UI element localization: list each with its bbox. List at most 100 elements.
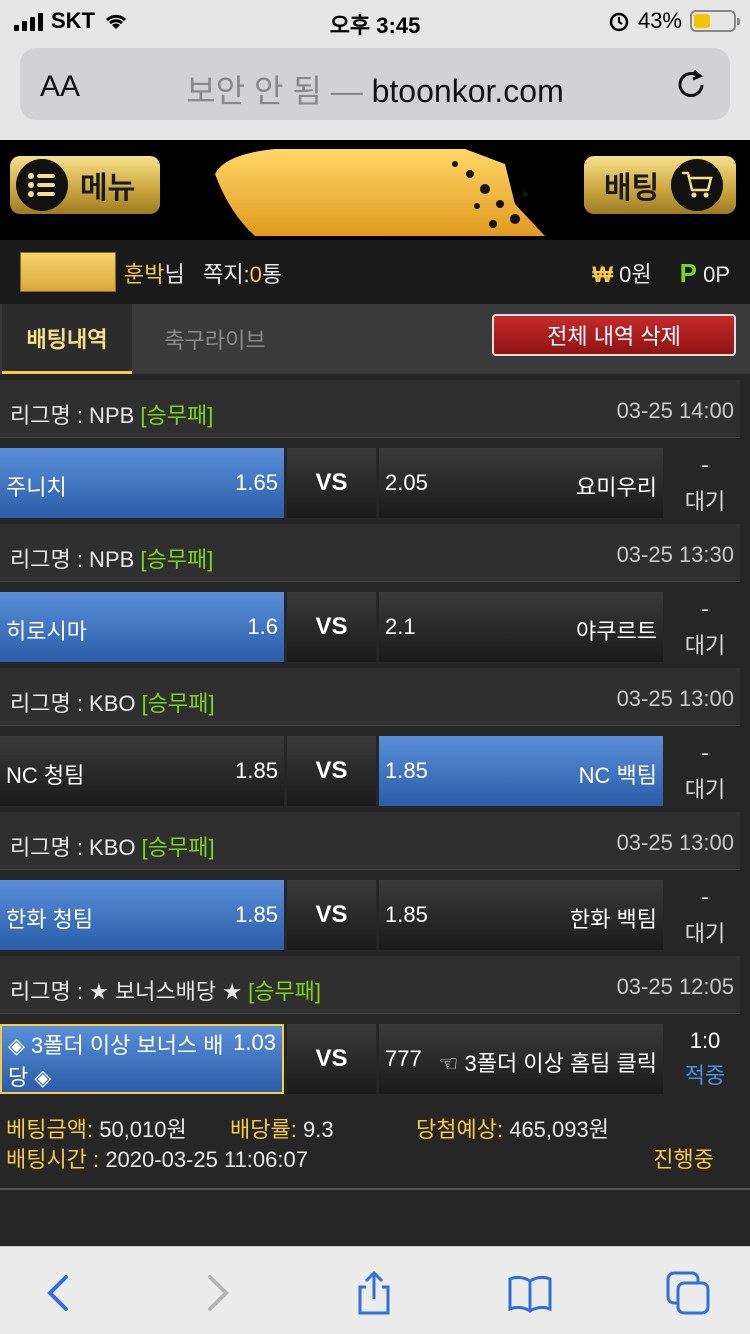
cart-icon bbox=[671, 159, 724, 211]
score: - bbox=[701, 884, 709, 909]
home-pick[interactable]: 히로시마 1.6 bbox=[0, 592, 284, 662]
score: - bbox=[701, 740, 709, 765]
vs-label: VS bbox=[287, 592, 376, 662]
balance-group: ₩ 0원 P 0P bbox=[592, 257, 730, 289]
point-amount: 0P bbox=[703, 261, 730, 287]
point-balance: P 0P bbox=[680, 258, 730, 289]
game-time: 03-25 13:30 bbox=[616, 542, 734, 567]
home-team: 히로시마 bbox=[6, 619, 87, 644]
list-icon bbox=[16, 159, 68, 211]
bet-type: [승무패] bbox=[140, 547, 214, 572]
bet-time-value: 2020-03-25 11:06:07 bbox=[105, 1147, 308, 1172]
vs-label: VS bbox=[287, 880, 376, 950]
home-team: NC 청팀 bbox=[6, 763, 85, 788]
messages-label: 쪽지: bbox=[203, 262, 250, 287]
home-odd: 1.03 bbox=[233, 1030, 276, 1055]
tabs-icon[interactable] bbox=[664, 1269, 712, 1317]
url-text[interactable]: 보안 안 됨 — btoonkor.com bbox=[20, 66, 730, 112]
user-level-badge bbox=[20, 252, 116, 292]
delete-all-button[interactable]: 전체 내역 삭제 bbox=[492, 314, 736, 356]
game-item: 리그명 : NPB [승무패] 03-25 13:30 히로시마 1.6 VS 2… bbox=[0, 524, 750, 668]
league-label: 리그명 : KBO bbox=[10, 691, 136, 716]
messages-count: 0 bbox=[249, 262, 262, 287]
league-name: 리그명 : ★ 보너스배당 ★ [승무패] bbox=[10, 974, 321, 1006]
away-odd: 1.85 bbox=[385, 758, 428, 783]
tab-bet-history[interactable]: 배팅내역 bbox=[2, 304, 132, 374]
bet-type: [승무패] bbox=[248, 979, 322, 1004]
game-time: 03-25 12:05 bbox=[616, 974, 734, 999]
won-icon: ₩ bbox=[592, 262, 613, 287]
game-time: 03-25 13:00 bbox=[616, 830, 734, 855]
odds-rate-label: 배당률: bbox=[230, 1117, 297, 1142]
away-pick[interactable]: 777 ☜ 3폴더 이상 홈팀 클릭 bbox=[379, 1024, 663, 1094]
bet-amount-label: 베팅금액: bbox=[6, 1117, 94, 1142]
vs-label: VS bbox=[287, 448, 376, 518]
match-row: ◈ 3폴더 이상 보너스 배당 ◈ 1.03 VS 777 ☜ 3폴더 이상 홈팀 … bbox=[0, 1024, 750, 1094]
browser-chrome: AA 보안 안 됨 — btoonkor.com bbox=[0, 40, 750, 140]
messages-link[interactable]: 쪽지:0통 bbox=[203, 262, 282, 287]
away-pick[interactable]: 1.85 NC 백팀 bbox=[379, 736, 663, 806]
league-header: 리그명 : KBO [승무패] 03-25 13:00 bbox=[0, 812, 740, 870]
won-amount: 0원 bbox=[619, 262, 652, 287]
league-header: 리그명 : NPB [승무패] 03-25 13:30 bbox=[0, 524, 740, 582]
bet-type: [승무패] bbox=[141, 691, 215, 716]
bet-list: 리그명 : NPB [승무패] 03-25 14:00 주니치 1.65 VS 2… bbox=[0, 380, 750, 1100]
home-team: 주니치 bbox=[6, 475, 67, 500]
url-bar[interactable]: AA 보안 안 됨 — btoonkor.com bbox=[20, 48, 730, 120]
state-label: 대기 bbox=[684, 633, 726, 658]
expected-win-label: 당첨예상: bbox=[416, 1117, 504, 1142]
battery-group: 43% bbox=[608, 8, 740, 34]
game-time: 03-25 14:00 bbox=[616, 398, 734, 423]
home-pick[interactable]: ◈ 3폴더 이상 보너스 배당 ◈ 1.03 bbox=[0, 1024, 284, 1094]
share-icon[interactable] bbox=[350, 1269, 398, 1317]
home-pick[interactable]: 한화 청팀 1.85 bbox=[0, 880, 284, 950]
bet-type: [승무패] bbox=[141, 835, 215, 860]
result-status: - 대기 bbox=[666, 448, 744, 518]
away-pick[interactable]: 1.85 한화 백팀 bbox=[379, 880, 663, 950]
expected-win: 당첨예상: 465,093원 bbox=[416, 1112, 609, 1144]
reload-icon[interactable] bbox=[674, 68, 708, 102]
back-icon[interactable] bbox=[36, 1269, 84, 1317]
league-name: 리그명 : NPB [승무패] bbox=[10, 398, 213, 430]
league-name: 리그명 : KBO [승무패] bbox=[10, 686, 215, 718]
game-time: 03-25 13:00 bbox=[616, 686, 734, 711]
away-odd: 2.1 bbox=[385, 614, 416, 639]
away-pick[interactable]: 2.1 야쿠르트 bbox=[379, 592, 663, 662]
state-label: 대기 bbox=[684, 489, 726, 514]
site-logo[interactable] bbox=[215, 144, 545, 236]
away-pick[interactable]: 2.05 요미우리 bbox=[379, 448, 663, 518]
away-odd: 777 bbox=[385, 1046, 422, 1071]
home-pick[interactable]: NC 청팀 1.85 bbox=[0, 736, 284, 806]
league-name: 리그명 : KBO [승무패] bbox=[10, 830, 215, 862]
browser-toolbar bbox=[0, 1246, 750, 1334]
bet-button[interactable]: 배팅 bbox=[584, 156, 736, 214]
home-team: 한화 청팀 bbox=[6, 907, 94, 932]
alarm-icon bbox=[609, 12, 629, 32]
match-row: 한화 청팀 1.85 VS 1.85 한화 백팀 - 대기 bbox=[0, 880, 750, 950]
domain-text: btoonkor.com bbox=[371, 73, 564, 109]
home-pick[interactable]: 주니치 1.65 bbox=[0, 448, 284, 518]
away-odd: 2.05 bbox=[385, 470, 428, 495]
match-row: NC 청팀 1.85 VS 1.85 NC 백팀 - 대기 bbox=[0, 736, 750, 806]
user-name: 훈박 bbox=[124, 262, 165, 287]
forward-icon[interactable] bbox=[192, 1269, 240, 1317]
league-header: 리그명 : KBO [승무패] 03-25 13:00 bbox=[0, 668, 740, 726]
score: - bbox=[701, 596, 709, 621]
away-team: NC 백팀 bbox=[578, 763, 657, 788]
match-row: 히로시마 1.6 VS 2.1 야쿠르트 - 대기 bbox=[0, 592, 750, 662]
site-header: 메뉴 배팅 bbox=[0, 140, 750, 240]
state-label: 대기 bbox=[684, 777, 726, 802]
league-label: 리그명 : NPB bbox=[10, 547, 135, 572]
won-balance: ₩ 0원 bbox=[592, 257, 651, 289]
bet-amount: 베팅금액: 50,010원 bbox=[6, 1112, 187, 1144]
bet-summary: 베팅금액: 50,010원 배당률: 9.3 당첨예상: 465,093원 배팅… bbox=[0, 1100, 750, 1190]
point-icon: P bbox=[679, 257, 697, 288]
bookmarks-icon[interactable] bbox=[506, 1269, 554, 1317]
menu-button[interactable]: 메뉴 bbox=[10, 156, 160, 214]
odds-rate-value: 9.3 bbox=[302, 1117, 334, 1142]
game-item: 리그명 : KBO [승무패] 03-25 13:00 NC 청팀 1.85 VS… bbox=[0, 668, 750, 812]
score: - bbox=[701, 452, 709, 477]
result-status: - 대기 bbox=[666, 592, 744, 662]
tab-soccer-live[interactable]: 축구라이브 bbox=[140, 304, 290, 374]
state-label: 적중 bbox=[684, 1063, 726, 1088]
